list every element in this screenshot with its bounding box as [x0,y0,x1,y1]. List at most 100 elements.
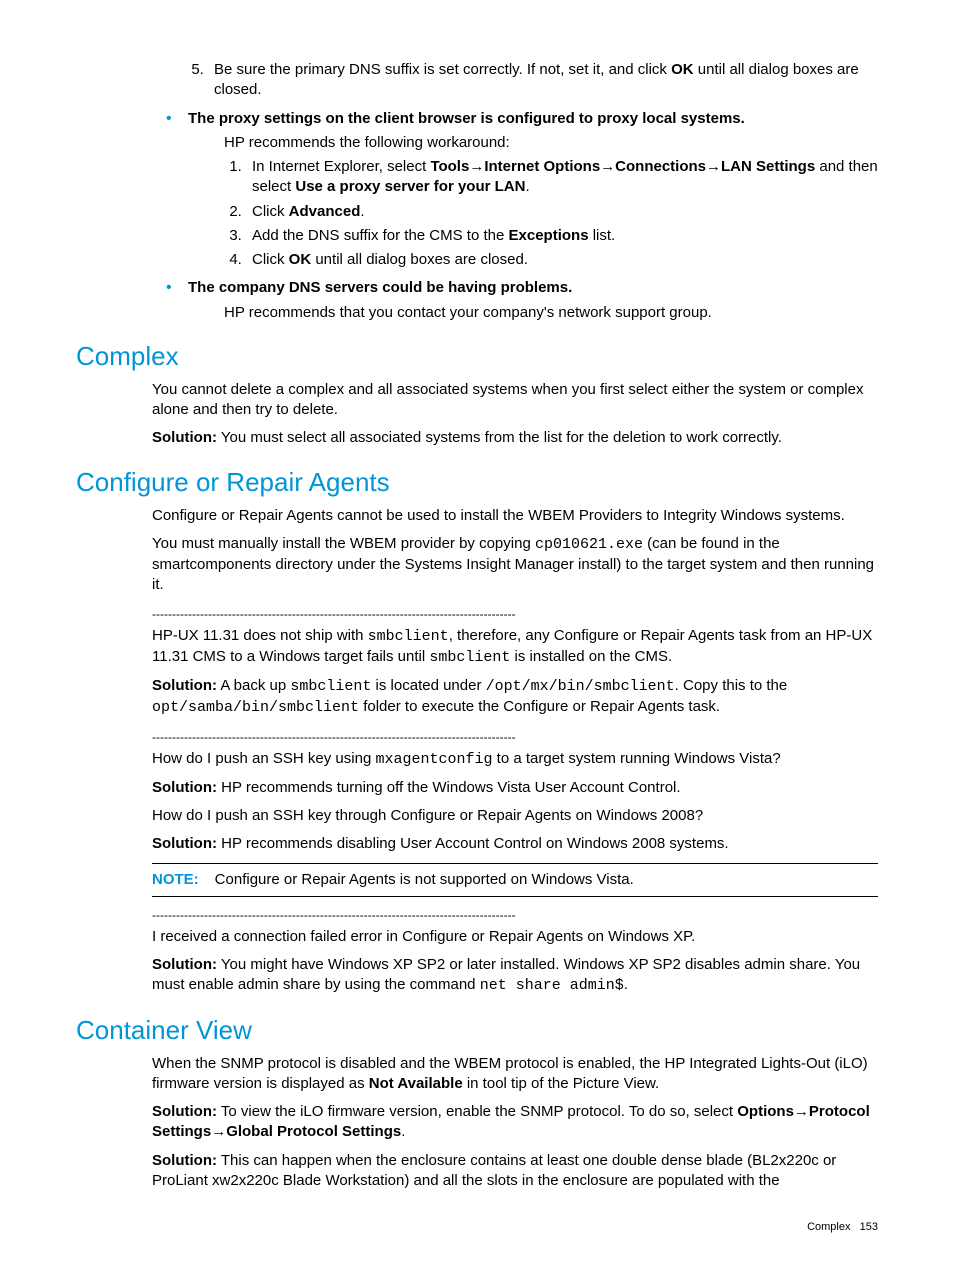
cra-p5: How do I push an SSH key through Configu… [152,806,878,826]
cvsol1b: . [401,1123,405,1140]
heading-complex: Complex [76,341,878,372]
cvsol2t: This can happen when the enclosure conta… [152,1152,836,1189]
heading-cra: Configure or Repair Agents [76,467,878,498]
sol1c1: smbclient [290,678,371,695]
cra-p1: Configure or Repair Agents cannot be use… [152,506,878,526]
cvsol1l: Solution: [152,1103,217,1120]
sol1d: folder to execute the Configure or Repai… [359,698,720,715]
cvsol1ar1: → [794,1103,809,1120]
dns-sub: HP recommends that you contact your comp… [224,303,878,323]
cv-p1: When the SNMP protocol is disabled and t… [152,1054,878,1095]
p2code: cp010621.exe [535,536,643,553]
cra-p2: You must manually install the WBEM provi… [152,534,878,596]
bullet-dns: The company DNS servers could be having … [152,278,878,323]
footer-section: Complex [807,1221,850,1233]
s1tools: Tools [430,158,469,175]
sol1c: . Copy this to the [675,677,788,694]
step5-ok: OK [671,61,694,78]
complex-sol-label: Solution: [152,429,217,446]
s2adv: Advanced [289,203,361,220]
complex-content: You cannot delete a complex and all asso… [152,380,878,449]
proxy-rec: HP recommends the following workaround: [224,133,878,153]
sol1a: A back up [217,677,290,694]
sol1c3: opt/samba/bin/smbclient [152,699,359,716]
p3c2: smbclient [429,649,510,666]
bullet-list: The proxy settings on the client browser… [152,109,878,323]
page-footer: Complex 153 [807,1221,878,1233]
cv-sol2: Solution: This can happen when the enclo… [152,1151,878,1192]
note-text: Configure or Repair Agents is not suppor… [215,871,634,888]
s4ok: OK [289,251,312,268]
sol3t: HP recommends disabling User Account Con… [217,835,729,852]
complex-solution: Solution: You must select all associated… [152,428,878,448]
cra-p3: HP-UX 11.31 does not ship with smbclient… [152,626,878,669]
s1conn: Connections [615,158,706,175]
cvsol2l: Solution: [152,1152,217,1169]
cvsol1gps: Global Protocol Settings [226,1123,401,1140]
s3b: list. [589,227,616,244]
dns-title: The company DNS servers could be having … [188,279,572,296]
sol4b: . [624,976,628,993]
cvp1b: in tool tip of the Picture View. [463,1075,660,1092]
s1use: Use a proxy server for your LAN [295,178,525,195]
dns-text: HP recommends that you contact your comp… [224,303,878,323]
s4a: Click [252,251,289,268]
step-5: Be sure the primary DNS suffix is set co… [208,60,878,101]
cra-sol3: Solution: HP recommends disabling User A… [152,834,878,854]
s3exc: Exceptions [509,227,589,244]
separator-3: ----------------------------------------… [152,907,878,917]
cra-sol1: Solution: A back up smbclient is located… [152,676,878,719]
cra-sol2: Solution: HP recommends turning off the … [152,778,878,798]
sol2l: Solution: [152,779,217,796]
bullet-proxy: The proxy settings on the client browser… [152,109,878,271]
p4code: mxagentconfig [375,751,492,768]
complex-p1: You cannot delete a complex and all asso… [152,380,878,421]
sol1b: is located under [371,677,485,694]
p4b: to a target system running Windows Vista… [493,750,781,767]
p2a: You must manually install the WBEM provi… [152,535,535,552]
cvsol1ar2: → [211,1123,226,1140]
heading-container-view: Container View [76,1015,878,1046]
cra-content: Configure or Repair Agents cannot be use… [152,506,878,997]
s1lan: LAN Settings [721,158,815,175]
intro-section: Be sure the primary DNS suffix is set co… [152,60,878,323]
cra-p4: How do I push an SSH key using mxagentco… [152,749,878,770]
sol2t: HP recommends turning off the Windows Vi… [217,779,681,796]
proxy-sub: HP recommends the following workaround: … [224,133,878,271]
s1ar1: → [469,158,484,175]
page-body: Be sure the primary DNS suffix is set co… [0,0,954,1191]
proxy-step-3: Add the DNS suffix for the CMS to the Ex… [246,226,878,246]
sol1c2: /opt/mx/bin/smbclient [486,678,675,695]
note-label: NOTE: [152,871,199,888]
proxy-step-2: Click Advanced. [246,202,878,222]
cvsol1opt: Options [737,1103,794,1120]
proxy-steps: In Internet Explorer, select Tools→Inter… [218,157,878,270]
s2b: . [360,203,364,220]
sol3l: Solution: [152,835,217,852]
sol1l: Solution: [152,677,217,694]
proxy-step-4: Click OK until all dialog boxes are clos… [246,250,878,270]
proxy-title: The proxy settings on the client browser… [188,110,745,127]
sol4code: net share admin$ [480,977,624,994]
cra-sol4: Solution: You might have Windows XP SP2 … [152,955,878,997]
p3a: HP-UX 11.31 does not ship with [152,627,368,644]
s1ar3: → [706,158,721,175]
sol4l: Solution: [152,956,217,973]
p3c1: smbclient [368,628,449,645]
cra-p6: I received a connection failed error in … [152,927,878,947]
s1a: In Internet Explorer, select [252,158,430,175]
complex-sol-text: You must select all associated systems f… [217,429,782,446]
p4a: How do I push an SSH key using [152,750,375,767]
cv-content: When the SNMP protocol is disabled and t… [152,1054,878,1192]
separator-2: ----------------------------------------… [152,729,878,739]
separator-1: ----------------------------------------… [152,606,878,616]
s1io: Internet Options [484,158,600,175]
step5-text-a: Be sure the primary DNS suffix is set co… [214,61,671,78]
cv-sol1: Solution: To view the iLO firmware versi… [152,1102,878,1143]
step-list-continued: Be sure the primary DNS suffix is set co… [152,60,878,101]
footer-page: 153 [860,1221,878,1233]
p3c: is installed on the CMS. [510,648,672,665]
note-box: NOTE: Configure or Repair Agents is not s… [152,863,878,897]
s4b: until all dialog boxes are closed. [311,251,528,268]
s2a: Click [252,203,289,220]
